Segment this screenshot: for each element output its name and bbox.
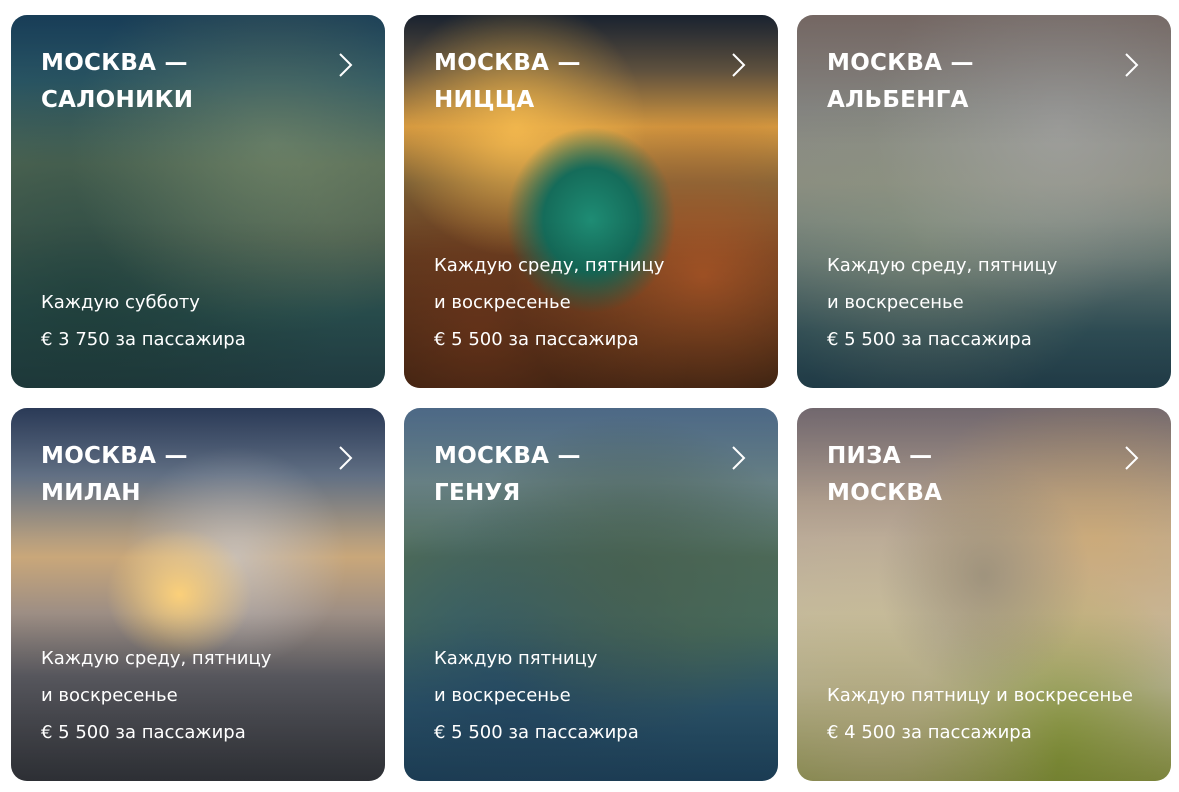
chevron-right-icon[interactable] <box>1121 51 1143 79</box>
route-title-line1: ПИЗА — <box>827 443 933 469</box>
route-title-line1: МОСКВА — <box>434 443 581 469</box>
chevron-right-icon[interactable] <box>728 51 750 79</box>
route-info: Каждую среду, пятницу и воскресенье € 5 … <box>827 247 1057 358</box>
chevron-right-icon[interactable] <box>1121 444 1143 472</box>
chevron-right-icon[interactable] <box>335 51 357 79</box>
route-schedule-line1: Каждую среду, пятницу <box>827 255 1058 276</box>
route-title-line2: АЛЬБЕНГА <box>827 87 969 113</box>
chevron-right-icon[interactable] <box>335 444 357 472</box>
route-title-line2: МИЛАН <box>41 480 141 506</box>
route-info: Каждую пятницу и воскресенье € 5 500 за … <box>434 640 639 751</box>
route-title: ПИЗА — МОСКВА <box>827 438 942 512</box>
chevron-right-icon[interactable] <box>728 444 750 472</box>
route-title: МОСКВА — САЛОНИКИ <box>41 45 193 119</box>
route-title-line1: МОСКВА — <box>41 50 188 76</box>
route-title: МОСКВА — ГЕНУЯ <box>434 438 581 512</box>
route-title-line1: МОСКВА — <box>41 443 188 469</box>
route-schedule-line2: и воскресенье <box>434 292 571 313</box>
route-title: МОСКВА — МИЛАН <box>41 438 188 512</box>
route-title-line2: ГЕНУЯ <box>434 480 521 506</box>
route-schedule: Каждую пятницу и воскресенье <box>827 685 1133 706</box>
route-info: Каждую среду, пятницу и воскресенье € 5 … <box>434 247 664 358</box>
route-schedule-line1: Каждую пятницу <box>434 648 598 669</box>
route-schedule-line1: Каждую среду, пятницу <box>434 255 665 276</box>
route-cards-grid: МОСКВА — САЛОНИКИ Каждую субботу € 3 750… <box>0 0 1179 792</box>
route-card-moscow-genoa[interactable]: МОСКВА — ГЕНУЯ Каждую пятницу и воскресе… <box>404 408 778 781</box>
route-price: € 4 500 за пассажира <box>827 722 1032 743</box>
route-schedule-line1: Каждую среду, пятницу <box>41 648 272 669</box>
route-title: МОСКВА — АЛЬБЕНГА <box>827 45 974 119</box>
route-schedule-line2: и воскресенье <box>827 292 964 313</box>
route-price: € 5 500 за пассажира <box>434 329 639 350</box>
route-card-moscow-albenga[interactable]: МОСКВА — АЛЬБЕНГА Каждую среду, пятницу … <box>797 15 1171 388</box>
route-title-line1: МОСКВА — <box>434 50 581 76</box>
route-title-line2: НИЦЦА <box>434 87 535 113</box>
route-info: Каждую субботу € 3 750 за пассажира <box>41 284 246 358</box>
route-title-line2: САЛОНИКИ <box>41 87 194 113</box>
route-title-line1: МОСКВА — <box>827 50 974 76</box>
route-price: € 5 500 за пассажира <box>434 722 639 743</box>
route-card-moscow-thessaloniki[interactable]: МОСКВА — САЛОНИКИ Каждую субботу € 3 750… <box>11 15 385 388</box>
route-schedule-line2: и воскресенье <box>41 685 178 706</box>
route-schedule-line2: и воскресенье <box>434 685 571 706</box>
route-schedule: Каждую субботу <box>41 292 200 313</box>
route-price: € 5 500 за пассажира <box>41 722 246 743</box>
route-price: € 3 750 за пассажира <box>41 329 246 350</box>
route-title: МОСКВА — НИЦЦА <box>434 45 581 119</box>
route-title-line2: МОСКВА <box>827 480 943 506</box>
route-info: Каждую среду, пятницу и воскресенье € 5 … <box>41 640 271 751</box>
route-info: Каждую пятницу и воскресенье € 4 500 за … <box>827 677 1133 751</box>
route-card-moscow-milan[interactable]: МОСКВА — МИЛАН Каждую среду, пятницу и в… <box>11 408 385 781</box>
route-card-moscow-nice[interactable]: МОСКВА — НИЦЦА Каждую среду, пятницу и в… <box>404 15 778 388</box>
route-price: € 5 500 за пассажира <box>827 329 1032 350</box>
route-card-pisa-moscow[interactable]: ПИЗА — МОСКВА Каждую пятницу и воскресен… <box>797 408 1171 781</box>
